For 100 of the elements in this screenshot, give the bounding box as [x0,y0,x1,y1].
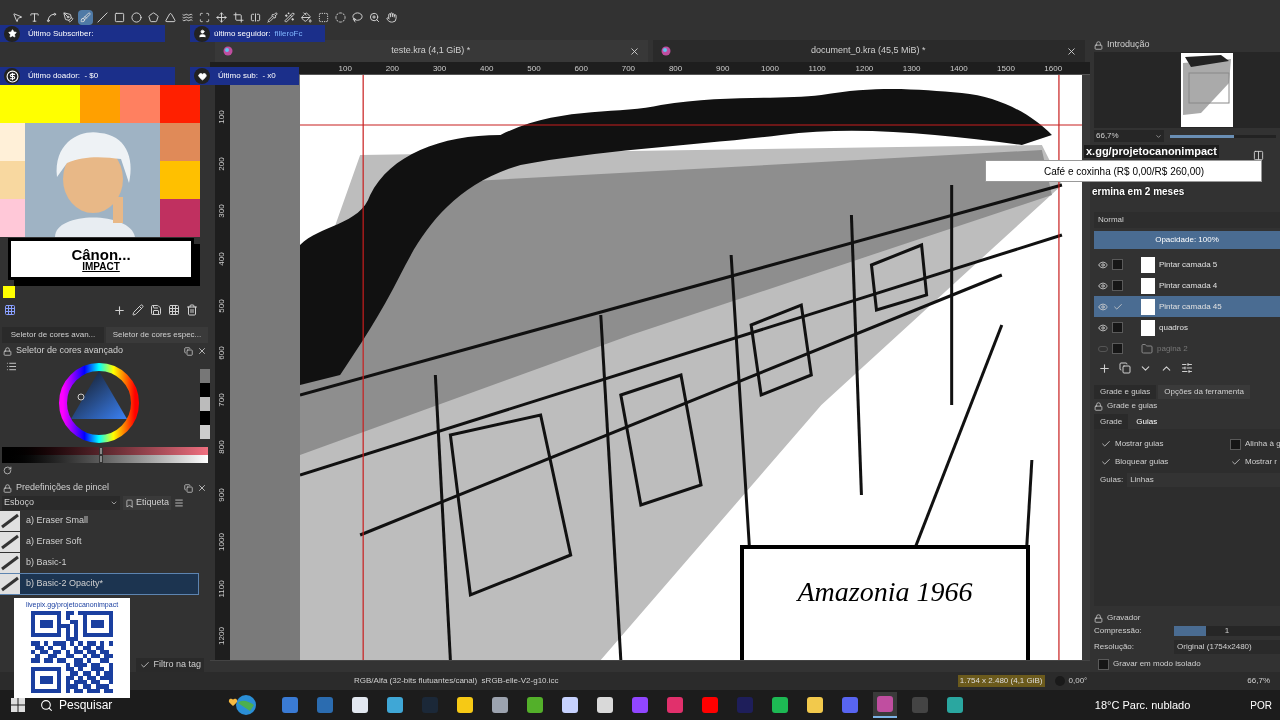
blend-mode-dropdown[interactable]: Normal [1094,212,1280,228]
eyedropper-icon[interactable] [265,10,280,25]
recent-color-swatch[interactable] [200,383,210,397]
line-icon[interactable] [95,10,110,25]
document-tab[interactable]: teste.kra (4,1 GiB) * [215,40,648,62]
option-checkbox[interactable] [1230,456,1241,468]
brush-preset-item[interactable]: a) Eraser Soft [0,532,198,552]
menu-icon[interactable] [174,498,185,508]
color-wheel[interactable] [57,361,141,445]
brush-icon[interactable] [78,10,93,25]
layer-row[interactable]: Pintar camada 4 [1094,275,1280,296]
panel-tab[interactable]: Grade e guias [1094,385,1157,399]
palette-swatch[interactable] [120,85,160,123]
move-icon[interactable] [214,10,229,25]
layer-row[interactable]: quadros [1094,317,1280,338]
eye-icon[interactable] [1098,322,1108,333]
layer-checkbox[interactable] [1112,322,1123,333]
option-checkbox[interactable] [1100,456,1111,468]
brush-preset-item[interactable]: b) Basic-1 [0,553,198,573]
add-icon[interactable] [113,303,126,317]
crop-icon[interactable] [231,10,246,25]
zoom-dropdown[interactable]: 66,7% [1094,130,1164,142]
slider-handle[interactable] [98,447,103,455]
lock-icon[interactable] [3,483,12,493]
lock-icon[interactable] [1094,613,1103,623]
menu-icon[interactable] [6,361,17,372]
lock-icon[interactable] [1094,40,1103,50]
brush-preset-item[interactable]: b) Basic-2 Opacity* [0,574,198,594]
layer-row[interactable]: Pintar camada 45 [1094,296,1280,317]
layer-checkbox[interactable] [1112,301,1123,312]
palette-swatch[interactable] [160,85,200,123]
close-icon[interactable] [197,483,207,493]
split-icon[interactable] [1253,150,1264,161]
hand-icon[interactable] [384,10,399,25]
layer-checkbox[interactable] [1112,259,1123,270]
zoom-icon[interactable] [367,10,382,25]
palette-swatch[interactable] [0,123,25,161]
palette-swatch[interactable] [0,85,40,123]
close-icon[interactable] [628,45,640,57]
paint-bucket-icon[interactable] [299,10,314,25]
saturation-slider[interactable] [2,455,208,463]
recent-color-swatch[interactable] [200,425,210,439]
gradient-icon[interactable] [248,10,263,25]
float-icon[interactable] [184,483,193,493]
pointer-icon[interactable] [10,10,25,25]
text-tool-icon[interactable] [27,10,42,25]
tag-button[interactable]: Etiqueta [123,496,172,510]
windows-logo-icon[interactable] [11,698,25,712]
panel-tab[interactable]: Seletor de cores espec... [106,327,208,343]
value-slider[interactable] [2,447,208,455]
close-icon[interactable] [197,346,207,356]
ellipse-select-icon[interactable] [333,10,348,25]
panel-tab[interactable]: Grade [1094,414,1129,429]
lock-icon[interactable] [3,346,12,356]
palette-swatch[interactable] [0,161,25,199]
language-text[interactable]: POR [1250,697,1272,713]
rectangle-select-icon[interactable] [316,10,331,25]
transform-icon[interactable] [197,10,212,25]
rectangle-icon[interactable] [112,10,127,25]
tag-dropdown[interactable]: Esboço [2,496,120,510]
guides-dropdown[interactable]: Linhas [1127,473,1280,487]
overview-thumbnail[interactable] [1181,53,1233,127]
slider-handle[interactable] [98,455,103,463]
palette-swatch[interactable] [0,199,25,237]
refresh-icon[interactable] [3,466,12,475]
zoom-slider[interactable] [1170,134,1276,138]
add-icon[interactable] [1098,361,1111,375]
eye-icon[interactable] [1098,259,1108,270]
float-icon[interactable] [184,346,193,356]
palette-swatch[interactable] [160,161,200,199]
opacity-slider[interactable]: Opacidade: 100% [1094,231,1280,249]
document-tab[interactable]: document_0.kra (45,5 MiB) * [652,40,1085,62]
isolated-checkbox[interactable] [1098,658,1109,670]
polygon-icon[interactable] [146,10,161,25]
palette-swatch[interactable] [80,85,120,123]
lasso-icon[interactable] [350,10,365,25]
eye-icon[interactable] [1098,301,1108,312]
lock-icon[interactable] [1094,401,1103,411]
recent-color-swatch[interactable] [200,397,210,411]
grid-icon[interactable] [4,304,16,316]
option-checkbox[interactable] [1100,438,1111,450]
palette-swatch[interactable] [160,199,200,237]
palette-swatch[interactable] [40,85,80,123]
weather-text[interactable]: 18°C Parc. nublado [1094,696,1191,714]
compression-slider[interactable]: 1 [1174,626,1280,636]
layer-checkbox[interactable] [1112,280,1123,291]
option-checkbox[interactable] [1230,438,1241,450]
trash-icon[interactable] [186,304,198,316]
close-icon[interactable] [1066,45,1077,57]
foreground-color-swatch[interactable] [3,286,15,298]
recent-color-swatch[interactable] [200,369,210,383]
brush-preset-item[interactable]: a) Eraser Small [0,511,198,531]
triangle-icon[interactable] [163,10,178,25]
palette-swatch[interactable] [160,123,200,161]
magic-wand-icon[interactable] [282,10,297,25]
eye-icon[interactable] [1098,280,1108,291]
edit-icon[interactable] [132,304,144,316]
recent-color-swatch[interactable] [200,411,210,425]
taskbar-search[interactable]: Pesquisar [40,696,190,714]
ellipse-icon[interactable] [129,10,144,25]
